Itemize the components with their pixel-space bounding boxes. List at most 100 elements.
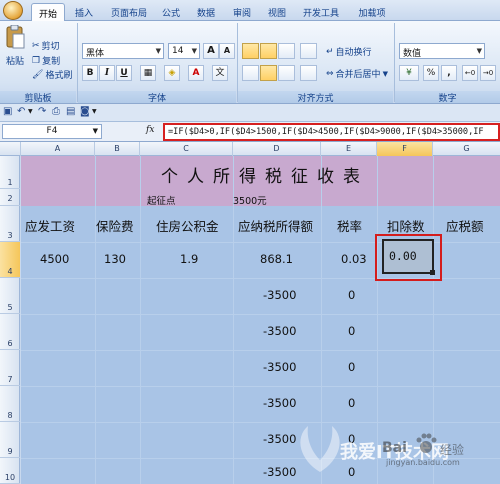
ribbon-home: 粘贴 ✂ 剪切 ❐ 复制 🖌 格式刷 剪贴板 黑体 ▼ 14 ▼ A A B I U ▦ … bbox=[0, 21, 500, 104]
cell-d6[interactable]: -3500 bbox=[263, 324, 296, 338]
row-header-10[interactable]: 10 bbox=[0, 458, 20, 484]
tab-insert[interactable]: 插入 bbox=[71, 3, 97, 21]
italic-button[interactable]: I bbox=[99, 65, 115, 81]
indent-button[interactable] bbox=[300, 65, 317, 81]
formula-input[interactable]: =IF($D4>0,IF($D4>1500,IF($D4>4500,IF($D4… bbox=[163, 123, 500, 141]
row-header-6[interactable]: 6 bbox=[0, 314, 20, 350]
paste-button[interactable]: 粘贴 bbox=[4, 24, 26, 73]
row-header-7[interactable]: 7 bbox=[0, 350, 20, 386]
row-header-9[interactable]: 9 bbox=[0, 422, 20, 458]
select-all-corner[interactable] bbox=[0, 142, 21, 156]
print-icon[interactable]: ▤ bbox=[66, 106, 75, 117]
fill-color-button[interactable]: ◈ bbox=[164, 65, 180, 81]
tab-view[interactable]: 视图 bbox=[264, 3, 290, 21]
copy-button[interactable]: ❐ 复制 bbox=[32, 54, 60, 68]
cell-e4[interactable]: 0.03 bbox=[341, 252, 367, 266]
column-header-a[interactable]: A bbox=[21, 142, 95, 156]
row-header-3[interactable]: 3 bbox=[0, 206, 20, 242]
align-bottom-button[interactable] bbox=[278, 43, 295, 59]
cell-e6[interactable]: 0 bbox=[348, 324, 355, 338]
tab-page-layout[interactable]: 页面布局 bbox=[105, 3, 153, 21]
cell-d5[interactable]: -3500 bbox=[263, 288, 296, 302]
office-button[interactable] bbox=[3, 1, 23, 20]
chevron-down-icon: ▼ bbox=[155, 47, 161, 55]
align-middle-button[interactable] bbox=[260, 43, 277, 59]
name-box[interactable]: F4 ▼ bbox=[2, 124, 102, 139]
shrink-font-button[interactable]: A bbox=[219, 43, 235, 59]
row-header-2[interactable]: 2 bbox=[0, 189, 20, 206]
chevron-down-icon[interactable]: ▼ bbox=[92, 108, 97, 115]
orientation-button[interactable] bbox=[300, 43, 317, 59]
align-left-button[interactable] bbox=[242, 65, 259, 81]
row-header-1[interactable]: 1 bbox=[0, 156, 20, 189]
start-point-label: 起征点 bbox=[147, 196, 176, 207]
phonetic-icon: 文 bbox=[215, 68, 225, 78]
row-header-8[interactable]: 8 bbox=[0, 386, 20, 422]
cell-c4[interactable]: 1.9 bbox=[180, 252, 198, 266]
border-icon: ▦ bbox=[143, 68, 153, 78]
number-format-select[interactable]: 数值 ▼ bbox=[399, 43, 485, 59]
currency-button[interactable]: ¥ bbox=[399, 65, 419, 81]
camera-icon[interactable]: ◙ bbox=[80, 106, 90, 117]
cell-d4[interactable]: 868.1 bbox=[260, 252, 293, 266]
bold-button[interactable]: B bbox=[82, 65, 98, 81]
sheet-title: 个人所得税征收表 bbox=[161, 167, 369, 187]
align-right-button[interactable] bbox=[278, 65, 295, 81]
cell-a4[interactable]: 4500 bbox=[40, 252, 69, 266]
tab-addins[interactable]: 加载项 bbox=[355, 3, 389, 21]
insert-function-icon[interactable]: fx bbox=[146, 125, 154, 135]
header-housing-fund: 住房公积金 bbox=[156, 219, 219, 234]
start-point-value: 3500元 bbox=[233, 196, 267, 207]
gridline bbox=[21, 350, 500, 351]
tab-formulas[interactable]: 公式 bbox=[158, 3, 184, 21]
scissors-icon: ✂ bbox=[32, 40, 40, 51]
align-center-button[interactable] bbox=[260, 65, 277, 81]
cell-b4[interactable]: 130 bbox=[104, 252, 126, 266]
align-top-button[interactable] bbox=[242, 43, 259, 59]
underline-button[interactable]: U bbox=[116, 65, 132, 81]
cell-e5[interactable]: 0 bbox=[348, 288, 355, 302]
comma-button[interactable]: , bbox=[441, 65, 457, 81]
redo-icon[interactable]: ↷ bbox=[38, 106, 46, 117]
border-button[interactable]: ▦ bbox=[140, 65, 156, 81]
grow-font-button[interactable]: A bbox=[203, 43, 219, 59]
column-header-g[interactable]: G bbox=[433, 142, 500, 156]
undo-icon[interactable]: ↶ bbox=[17, 106, 25, 117]
cut-button[interactable]: ✂ 剪切 bbox=[32, 39, 60, 53]
percent-button[interactable]: % bbox=[423, 65, 439, 81]
chevron-down-icon: ▼ bbox=[382, 69, 388, 78]
column-header-b[interactable]: B bbox=[95, 142, 140, 156]
cell-d8[interactable]: -3500 bbox=[263, 396, 296, 410]
column-header-f[interactable]: F bbox=[377, 142, 433, 156]
font-size-select[interactable]: 14 ▼ bbox=[168, 43, 200, 59]
gridline bbox=[21, 314, 500, 315]
gridline bbox=[21, 386, 500, 387]
phonetic-button[interactable]: 文 bbox=[212, 65, 228, 81]
column-header-c[interactable]: C bbox=[140, 142, 233, 156]
cell-e7[interactable]: 0 bbox=[348, 360, 355, 374]
format-painter-button[interactable]: 🖌 格式刷 bbox=[32, 68, 72, 82]
font-name-select[interactable]: 黑体 ▼ bbox=[82, 43, 164, 59]
row-header-5[interactable]: 5 bbox=[0, 278, 20, 314]
decrease-decimal-icon: →0 bbox=[482, 69, 494, 77]
wrap-text-button[interactable]: ↵ 自动换行 bbox=[326, 45, 372, 59]
quick-access-toolbar: ▣ ↶ ▼ ↷ ⎙ ▤ ◙ ▼ bbox=[0, 104, 500, 122]
group-label-clipboard: 剪贴板 bbox=[0, 91, 76, 104]
tab-developer[interactable]: 开发工具 bbox=[301, 3, 341, 21]
column-header-e[interactable]: E bbox=[321, 142, 377, 156]
increase-decimal-button[interactable]: ←0 bbox=[462, 65, 478, 81]
cell-d7[interactable]: -3500 bbox=[263, 360, 296, 374]
font-color-button[interactable]: A bbox=[188, 65, 204, 81]
tab-data[interactable]: 数据 bbox=[193, 3, 219, 21]
cell-e8[interactable]: 0 bbox=[348, 396, 355, 410]
decrease-decimal-button[interactable]: →0 bbox=[480, 65, 496, 81]
tab-home[interactable]: 开始 bbox=[31, 3, 65, 21]
row-header-4[interactable]: 4 bbox=[0, 242, 20, 278]
save-icon[interactable]: ▣ bbox=[3, 106, 12, 117]
merge-center-button[interactable]: ⇔ 合并后居中 ▼ bbox=[326, 67, 388, 81]
chevron-down-icon[interactable]: ▼ bbox=[28, 108, 33, 115]
column-header-d[interactable]: D bbox=[233, 142, 321, 156]
print-preview-icon[interactable]: ⎙ bbox=[52, 106, 60, 117]
tab-review[interactable]: 审阅 bbox=[229, 3, 255, 21]
ribbon-tab-bar: 开始 插入 页面布局 公式 数据 审阅 视图 开发工具 加载项 bbox=[0, 0, 500, 21]
